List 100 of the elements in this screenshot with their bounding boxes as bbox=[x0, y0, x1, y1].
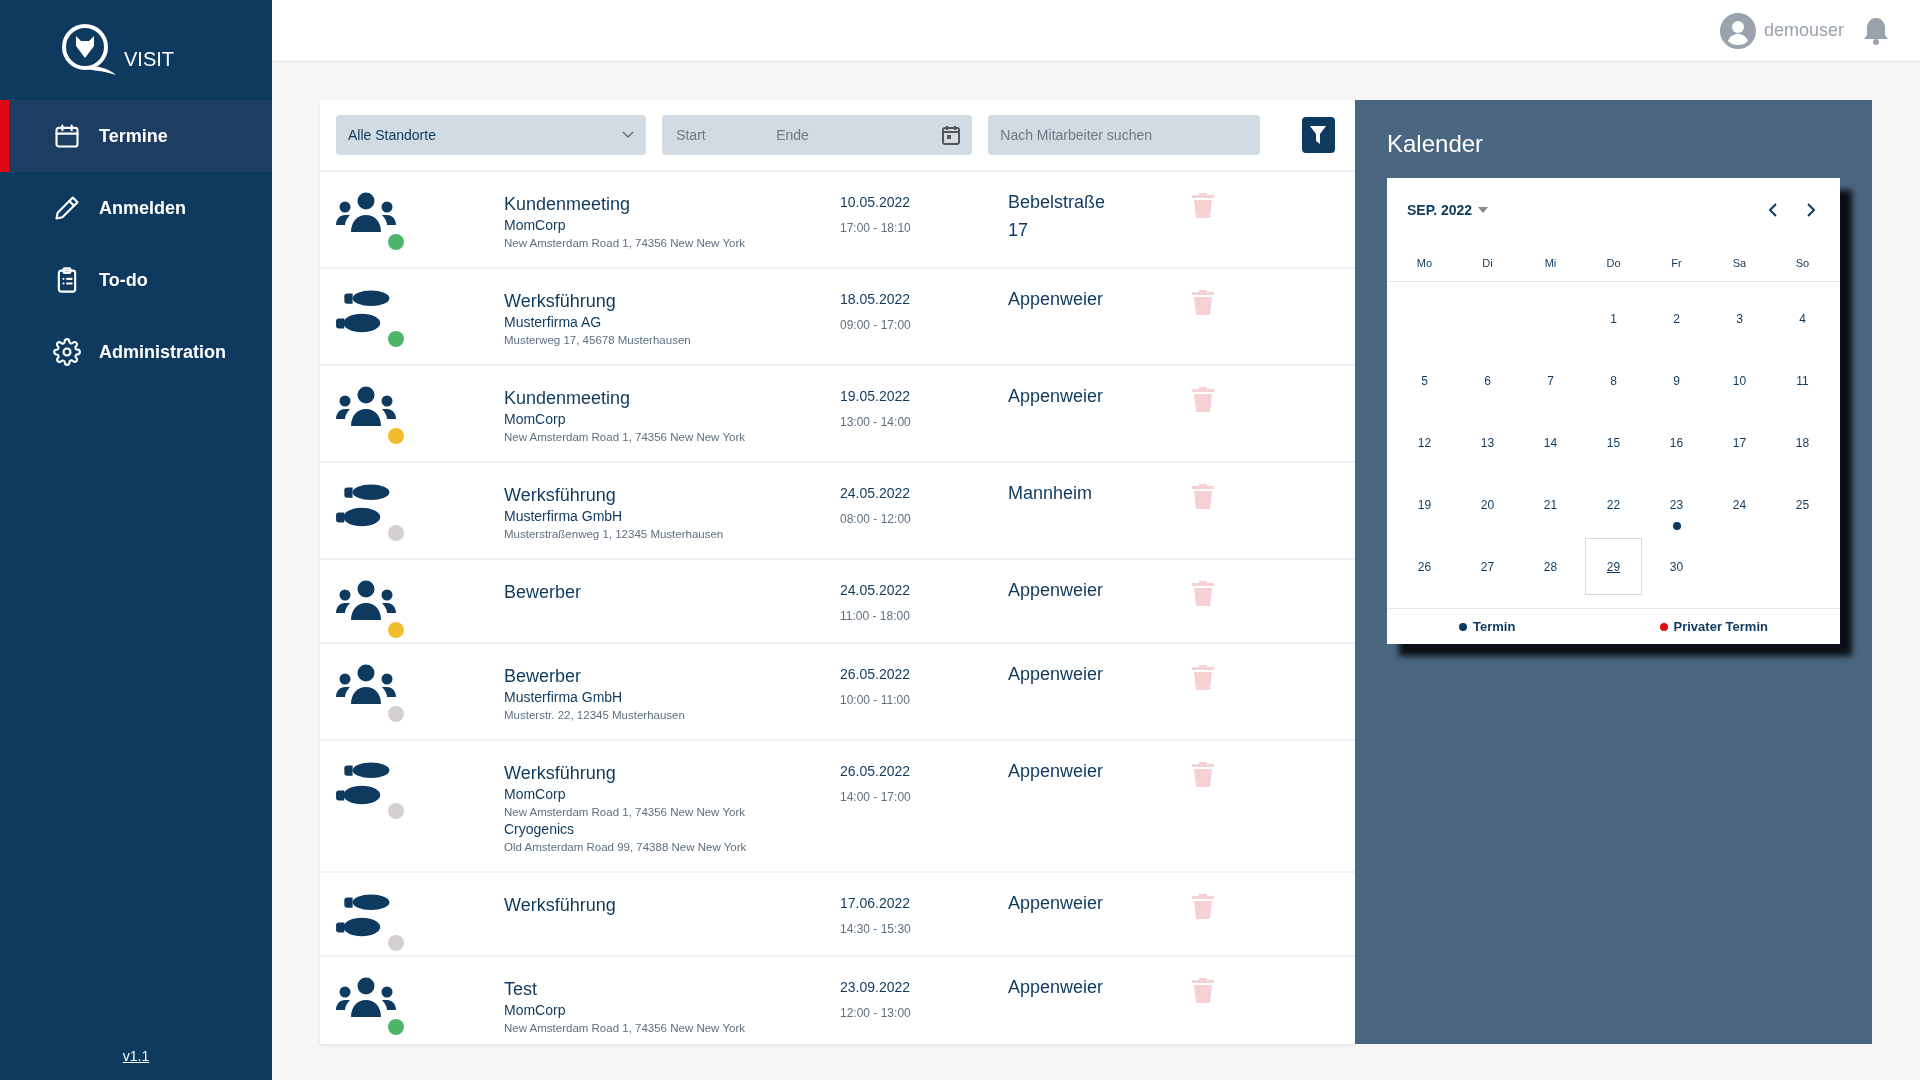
calendar-day[interactable]: 4 bbox=[1774, 290, 1831, 347]
company-name: Cryogenics bbox=[504, 820, 576, 839]
appointment-title: Werksführung bbox=[504, 894, 617, 917]
appointment-date: 23.09.2022 bbox=[840, 978, 912, 997]
appointment-time: 10:00 - 11:00 bbox=[840, 692, 911, 709]
nav-item[interactable]: Termine bbox=[0, 100, 272, 172]
calendar-title: Kalender bbox=[1387, 130, 1485, 158]
company-name: Musterfirma AG bbox=[504, 313, 603, 332]
appointment-row[interactable]: Werksführung Musterfirma AG Musterweg 17, 45678 Musterhausen 18.05.2022 09:00 - 17:00 Appenweier bbox=[320, 269, 1355, 366]
appointment-location: Appenweier bbox=[1008, 579, 1105, 602]
appointment-title: Werksführung bbox=[504, 290, 617, 313]
calendar-day[interactable]: 9 bbox=[1648, 352, 1705, 409]
delete-button[interactable] bbox=[1192, 664, 1214, 690]
appointment-location: Appenweier bbox=[1008, 663, 1105, 686]
calendar-day[interactable]: 1 bbox=[1585, 290, 1642, 347]
filter-icon bbox=[1310, 126, 1327, 144]
calendar-day[interactable]: 12 bbox=[1396, 414, 1453, 471]
calendar-day[interactable]: 5 bbox=[1396, 352, 1453, 409]
calendar-day[interactable]: 26 bbox=[1396, 538, 1453, 595]
chevron-down-icon bbox=[622, 131, 635, 139]
avatar-icon bbox=[1719, 12, 1756, 49]
delete-button[interactable] bbox=[1192, 289, 1214, 315]
delete-button[interactable] bbox=[1192, 386, 1214, 412]
calendar-day[interactable]: 19 bbox=[1396, 476, 1453, 533]
version-link[interactable]: v1.1 bbox=[122, 1048, 150, 1064]
trash-icon bbox=[1192, 192, 1214, 218]
calendar-day[interactable]: 11 bbox=[1774, 352, 1831, 409]
appointment-location: Appenweier bbox=[1008, 385, 1105, 408]
delete-button[interactable] bbox=[1192, 977, 1214, 1003]
appointment-time: 09:00 - 17:00 bbox=[840, 317, 912, 334]
appointment-row[interactable]: Werksführung 17.06.2022 14:30 - 15:30 Appenweier bbox=[320, 873, 1355, 957]
calendar-day[interactable]: 20 bbox=[1459, 476, 1516, 533]
calendar-day[interactable]: 14 bbox=[1522, 414, 1579, 471]
appointment-title: Bewerber bbox=[504, 581, 583, 604]
calendar-day[interactable]: 17 bbox=[1711, 414, 1768, 471]
calendar-day[interactable]: 10 bbox=[1711, 352, 1768, 409]
calendar-day[interactable]: 6 bbox=[1459, 352, 1516, 409]
end-date-input[interactable]: Ende bbox=[774, 126, 855, 144]
trash-icon bbox=[1192, 580, 1214, 606]
appointment-date: 17.06.2022 bbox=[840, 894, 912, 913]
delete-button[interactable] bbox=[1192, 580, 1214, 606]
calendar-day[interactable]: 2 bbox=[1648, 290, 1705, 347]
calendar-day[interactable]: 23 bbox=[1648, 476, 1705, 533]
calendar-day[interactable]: 28 bbox=[1522, 538, 1579, 595]
appointment-row[interactable]: Werksführung Musterfirma GmbH Musterstraßenweg 1, 12345 Musterhausen 24.05.2022 08:00 - 12:00 Mannheim bbox=[320, 463, 1355, 560]
calendar-day[interactable]: 24 bbox=[1711, 476, 1768, 533]
appointment-row[interactable]: Werksführung MomCorp New Amsterdam Road 1, 74356 New New York Cryogenics Old Amsterdam Road 99, 74388 New New York 26.05.2022 14:00 - 17:00 Appenweier bbox=[320, 741, 1355, 873]
calendar-day[interactable]: 22 bbox=[1585, 476, 1642, 533]
weekday-label: So bbox=[1795, 256, 1810, 269]
trash-icon bbox=[1192, 664, 1214, 690]
appointment-date: 10.05.2022 bbox=[840, 193, 912, 212]
nav-item[interactable]: Administration bbox=[0, 316, 272, 388]
company-name: Musterfirma GmbH bbox=[504, 507, 624, 526]
legend-item: Privater Termin bbox=[1659, 619, 1768, 634]
company-name: MomCorp bbox=[504, 1001, 567, 1020]
nav-item[interactable]: To-do bbox=[0, 244, 272, 316]
calendar-day[interactable]: 18 bbox=[1774, 414, 1831, 471]
company-address: New Amsterdam Road 1, 74356 New New York bbox=[504, 236, 746, 251]
appointment-time: 11:00 - 18:00 bbox=[840, 608, 911, 625]
weekday-label: Di bbox=[1482, 256, 1493, 269]
appointment-row[interactable]: Kundenmeeting MomCorp New Amsterdam Road 1, 74356 New New York 10.05.2022 17:00 - 18:10 Bebelstraße 17 bbox=[320, 172, 1355, 269]
calendar-day[interactable]: 30 bbox=[1648, 538, 1705, 595]
nav-item[interactable]: Anmelden bbox=[0, 172, 272, 244]
calendar-day[interactable]: 29 bbox=[1585, 538, 1642, 595]
calendar-day[interactable]: 27 bbox=[1459, 538, 1516, 595]
calendar-day[interactable]: 25 bbox=[1774, 476, 1831, 533]
company-address: New Amsterdam Road 1, 74356 New New York bbox=[504, 430, 746, 445]
location-select[interactable]: Alle Standorte bbox=[336, 115, 647, 155]
calendar-icon[interactable] bbox=[942, 125, 961, 145]
start-date-input[interactable]: Start bbox=[674, 126, 755, 144]
date-range-field[interactable]: Start Ende bbox=[662, 115, 973, 155]
company-name: Musterfirma GmbH bbox=[504, 688, 624, 707]
notification-bell-icon[interactable] bbox=[1862, 15, 1890, 46]
delete-button[interactable] bbox=[1192, 761, 1214, 787]
delete-button[interactable] bbox=[1192, 893, 1214, 919]
delete-button[interactable] bbox=[1192, 192, 1214, 218]
appointment-location: Appenweier bbox=[1008, 288, 1105, 311]
calendar-day[interactable]: 21 bbox=[1522, 476, 1579, 533]
company-address: Old Amsterdam Road 99, 74388 New New York bbox=[504, 840, 748, 855]
appointment-row[interactable]: Bewerber 24.05.2022 11:00 - 18:00 Appenweier bbox=[320, 560, 1355, 644]
appointment-time: 14:30 - 15:30 bbox=[840, 921, 912, 938]
calendar-day[interactable]: 3 bbox=[1711, 290, 1768, 347]
delete-button[interactable] bbox=[1192, 483, 1214, 509]
calendar-day[interactable]: 15 bbox=[1585, 414, 1642, 471]
filter-button[interactable] bbox=[1301, 117, 1335, 153]
calendar-day[interactable]: 8 bbox=[1585, 352, 1642, 409]
calendar-day[interactable]: 16 bbox=[1648, 414, 1705, 471]
month-picker[interactable]: SEP. 2022 bbox=[1407, 202, 1489, 218]
company-address: New Amsterdam Road 1, 74356 New New York bbox=[504, 805, 746, 820]
calendar-day[interactable]: 13 bbox=[1459, 414, 1516, 471]
employee-search-field[interactable]: Nach Mitarbeiter suchen bbox=[988, 115, 1260, 155]
appointment-row[interactable]: Bewerber Musterfirma GmbH Musterstr. 22, 12345 Musterhausen 26.05.2022 10:00 - 11:00 Appenweier bbox=[320, 644, 1355, 741]
appointment-title: Bewerber bbox=[504, 665, 583, 688]
weekday-label: Mo bbox=[1416, 256, 1433, 269]
appointment-row[interactable]: Kundenmeeting MomCorp New Amsterdam Road 1, 74356 New New York 19.05.2022 13:00 - 14:00 Appenweier bbox=[320, 366, 1355, 463]
appointment-location: Appenweier bbox=[1008, 976, 1105, 999]
appointment-date: 19.05.2022 bbox=[840, 387, 912, 406]
calendar-day[interactable]: 7 bbox=[1522, 352, 1579, 409]
settings-icon bbox=[53, 338, 81, 366]
appointment-date: 26.05.2022 bbox=[840, 665, 912, 684]
